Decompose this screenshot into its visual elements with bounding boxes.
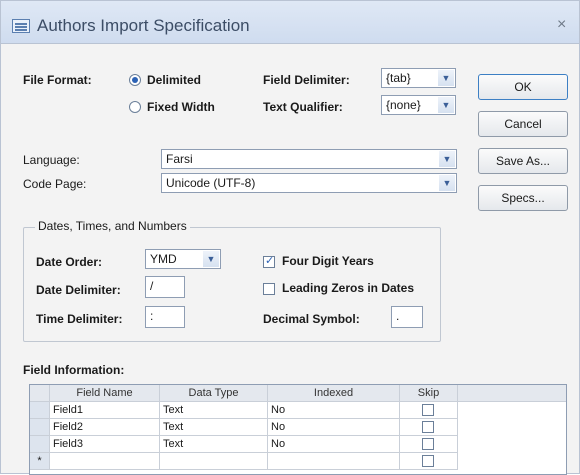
- fixed-width-radio[interactable]: [129, 101, 141, 113]
- cell-indexed[interactable]: No: [268, 419, 400, 436]
- skip-checkbox[interactable]: [422, 455, 434, 467]
- leading-zeros-label[interactable]: Leading Zeros in Dates: [282, 281, 414, 295]
- header-filler: [458, 385, 566, 402]
- new-row-indexed[interactable]: [268, 453, 400, 470]
- cell-field-name[interactable]: Field2: [50, 419, 160, 436]
- dates-group-title: Dates, Times, and Numbers: [35, 219, 190, 233]
- chevron-down-icon[interactable]: ▼: [438, 70, 454, 86]
- leading-zeros-checkbox[interactable]: [263, 283, 275, 295]
- save-as-button[interactable]: Save As...: [478, 148, 568, 174]
- cell-skip[interactable]: [400, 436, 458, 453]
- chevron-down-icon[interactable]: ▼: [438, 97, 454, 113]
- field-delimiter-value: {tab}: [386, 71, 411, 85]
- column-header-data-type[interactable]: Data Type: [160, 385, 268, 402]
- text-qualifier-value: {none}: [386, 98, 421, 112]
- chevron-down-icon[interactable]: ▼: [203, 251, 219, 267]
- date-order-select[interactable]: YMD ▼: [145, 249, 221, 269]
- four-digit-years-checkbox[interactable]: [263, 254, 275, 268]
- chevron-down-icon[interactable]: ▼: [439, 175, 455, 191]
- cell-data-type[interactable]: Text: [160, 436, 268, 453]
- delimited-radio[interactable]: [129, 74, 141, 86]
- field-delimiter-select[interactable]: {tab} ▼: [381, 68, 456, 88]
- ok-button[interactable]: OK: [478, 74, 568, 100]
- row-selector[interactable]: [30, 419, 50, 436]
- time-delimiter-label: Time Delimiter:: [36, 312, 123, 326]
- cell-data-type[interactable]: Text: [160, 402, 268, 419]
- field-information-label: Field Information:: [23, 363, 125, 377]
- fixed-width-label[interactable]: Fixed Width: [147, 100, 215, 114]
- column-header-indexed[interactable]: Indexed: [268, 385, 400, 402]
- cell-indexed[interactable]: No: [268, 402, 400, 419]
- date-delimiter-input[interactable]: /: [145, 276, 185, 298]
- language-label: Language:: [23, 153, 80, 167]
- date-order-value: YMD: [150, 252, 177, 266]
- row-selector[interactable]: [30, 402, 50, 419]
- code-page-value: Unicode (UTF-8): [166, 176, 256, 190]
- field-delimiter-label: Field Delimiter:: [263, 73, 350, 87]
- decimal-symbol-label: Decimal Symbol:: [263, 312, 360, 326]
- date-delimiter-label: Date Delimiter:: [36, 283, 121, 297]
- delimited-label[interactable]: Delimited: [147, 73, 201, 87]
- specs-button[interactable]: Specs...: [478, 185, 568, 211]
- file-format-label: File Format:: [23, 73, 92, 87]
- time-delimiter-input[interactable]: :: [145, 306, 185, 328]
- column-header-skip[interactable]: Skip: [400, 385, 458, 402]
- new-row-data-type[interactable]: [160, 453, 268, 470]
- cancel-button[interactable]: Cancel: [478, 111, 568, 137]
- code-page-select[interactable]: Unicode (UTF-8) ▼: [161, 173, 457, 193]
- window-title: Authors Import Specification: [37, 16, 250, 35]
- row-selector-header[interactable]: [30, 385, 50, 402]
- text-qualifier-label: Text Qualifier:: [263, 100, 343, 114]
- date-order-label: Date Order:: [36, 255, 103, 269]
- field-information-grid[interactable]: Field Name Data Type Indexed Skip Field1…: [29, 384, 567, 475]
- close-icon[interactable]: ×: [557, 16, 566, 34]
- language-value: Farsi: [166, 152, 193, 166]
- new-row-field-name[interactable]: [50, 453, 160, 470]
- cell-skip[interactable]: [400, 419, 458, 436]
- chevron-down-icon[interactable]: ▼: [439, 151, 455, 167]
- cell-field-name[interactable]: Field1: [50, 402, 160, 419]
- import-spec-dialog: Authors Import Specification × File Form…: [0, 0, 580, 475]
- cell-field-name[interactable]: Field3: [50, 436, 160, 453]
- four-digit-years-label[interactable]: Four Digit Years: [282, 254, 374, 268]
- new-row-skip[interactable]: [400, 453, 458, 470]
- row-selector[interactable]: [30, 436, 50, 453]
- cell-data-type[interactable]: Text: [160, 419, 268, 436]
- skip-checkbox[interactable]: [422, 438, 434, 450]
- skip-checkbox[interactable]: [422, 421, 434, 433]
- new-row-selector[interactable]: *: [30, 453, 50, 470]
- code-page-label: Code Page:: [23, 177, 87, 191]
- decimal-symbol-input[interactable]: .: [391, 306, 423, 328]
- skip-checkbox[interactable]: [422, 404, 434, 416]
- title-bar[interactable]: Authors Import Specification ×: [1, 1, 579, 44]
- language-select[interactable]: Farsi ▼: [161, 149, 457, 169]
- cell-skip[interactable]: [400, 402, 458, 419]
- cell-indexed[interactable]: No: [268, 436, 400, 453]
- text-qualifier-select[interactable]: {none} ▼: [381, 95, 456, 115]
- table-icon: [12, 19, 30, 33]
- column-header-field-name[interactable]: Field Name: [50, 385, 160, 402]
